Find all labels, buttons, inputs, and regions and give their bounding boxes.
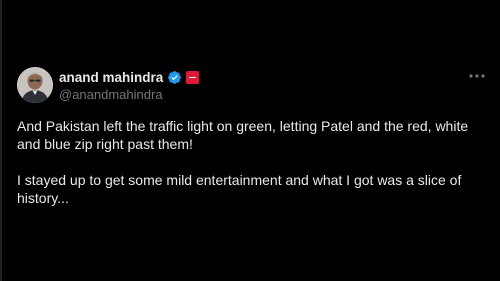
verified-badge-icon[interactable] [167,70,182,85]
handle[interactable]: @anandmahindra [59,87,163,102]
name-row: anand mahindra [59,69,200,85]
avatar-photo [17,67,53,103]
more-horizontal-icon[interactable] [466,67,488,85]
mahindra-logo-badge-icon[interactable] [186,70,200,84]
display-name[interactable]: anand mahindra [59,70,163,85]
tweet-card: anand mahindra @anandmahindra And Pakist… [0,0,500,281]
tweet-header: anand mahindra @anandmahindra [17,67,488,107]
avatar[interactable] [17,67,53,103]
tweet-text: And Pakistan left the traffic light on g… [17,117,487,225]
tweet-paragraph: And Pakistan left the traffic light on g… [17,118,469,152]
timeline-divider [0,0,2,281]
tweet-paragraph: I stayed up to get some mild entertainme… [17,172,462,206]
